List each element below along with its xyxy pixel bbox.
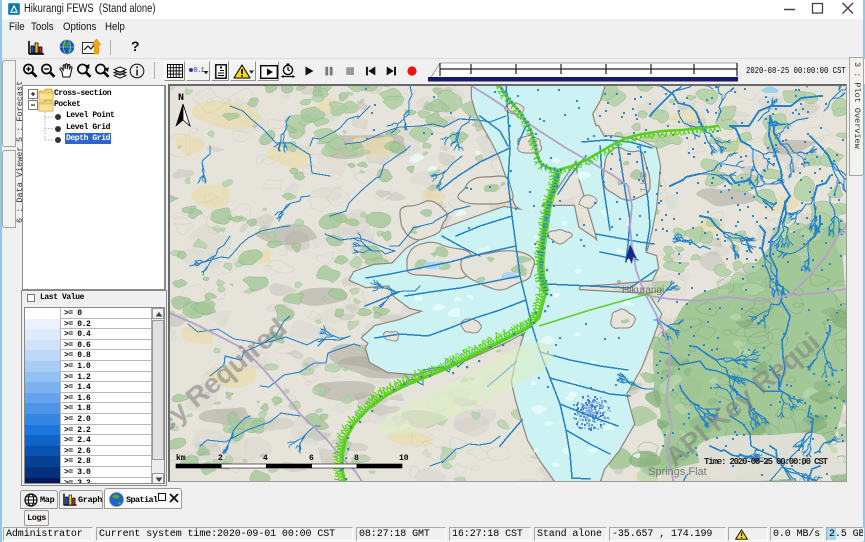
svg-text:10: 10 — [399, 454, 409, 463]
svg-text:6: 6 — [309, 454, 314, 463]
svg-text:SH 1: SH 1 — [638, 172, 649, 192]
svg-text:N: N — [178, 93, 184, 104]
svg-text:4: 4 — [263, 454, 268, 463]
svg-text:Hikurangi: Hikurangi — [622, 285, 664, 296]
svg-text:Springs Flat: Springs Flat — [648, 466, 707, 478]
svg-text:2: 2 — [218, 454, 223, 463]
svg-text:km: km — [176, 454, 186, 463]
svg-text:8: 8 — [354, 454, 359, 463]
svg-text:Time: 2020-08-25 00:00:00 CST: Time: 2020-08-25 00:00:00 CST — [704, 457, 829, 467]
